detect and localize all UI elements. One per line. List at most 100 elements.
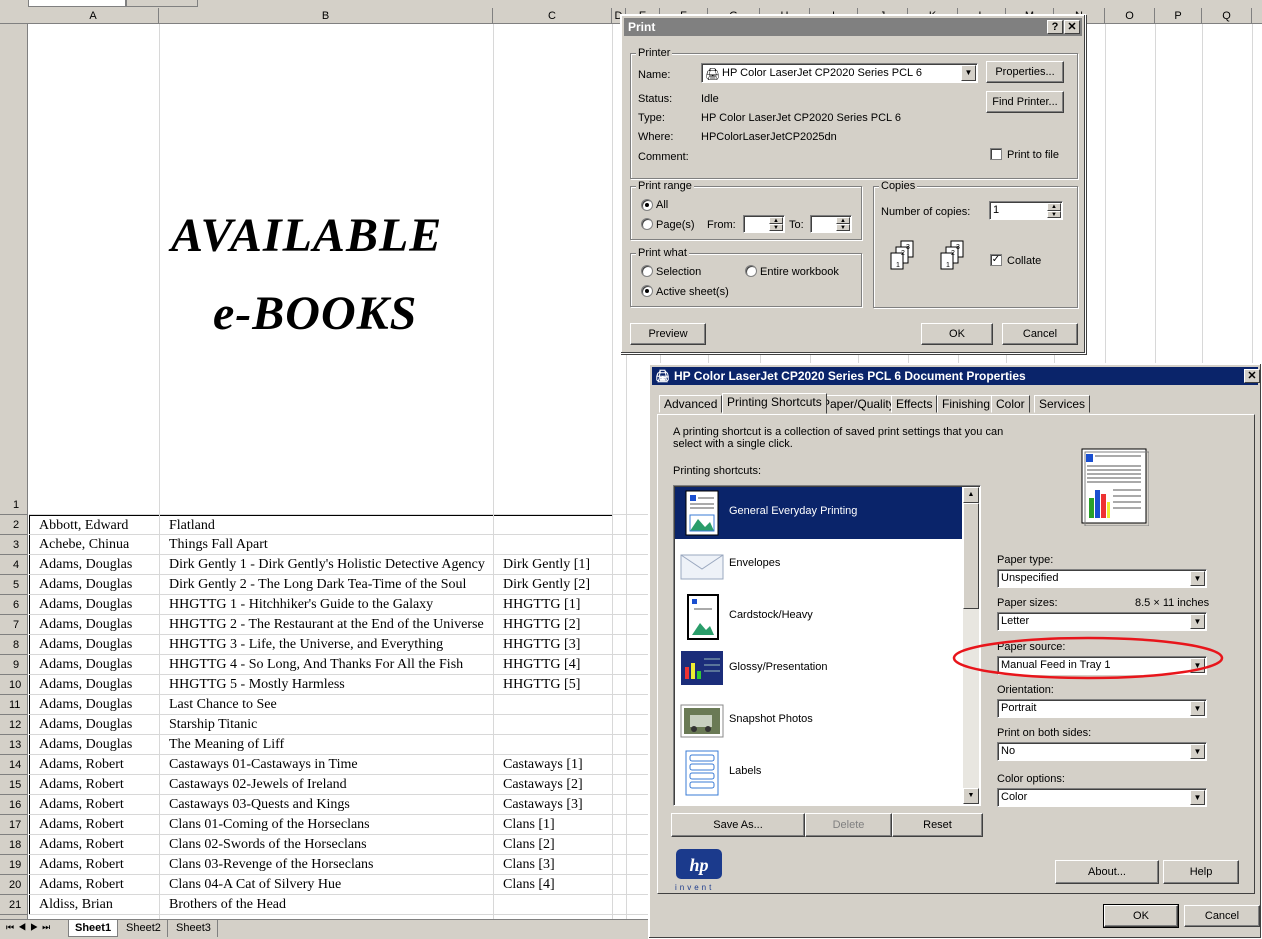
chevron-down-icon[interactable]: ▼ — [1190, 790, 1205, 805]
cell-a[interactable]: Adams, Robert — [29, 795, 160, 815]
tab-paper-quality[interactable]: Paper/Quality — [817, 395, 900, 413]
to-input[interactable]: ▲ ▼ — [810, 215, 852, 233]
close-icon[interactable]: ✕ — [1244, 369, 1260, 383]
cell-a[interactable]: Adams, Douglas — [29, 735, 160, 755]
row-header[interactable]: 12 — [0, 715, 28, 735]
cell-c[interactable]: Castaways [1] — [494, 755, 613, 775]
cell-a[interactable]: Adams, Robert — [29, 815, 160, 835]
cell-b[interactable]: Things Fall Apart — [160, 535, 494, 555]
cell-a[interactable]: Adams, Douglas — [29, 575, 160, 595]
scroll-down-icon[interactable]: ▼ — [963, 788, 979, 804]
paper-sizes-select[interactable]: Letter ▼ — [997, 612, 1207, 631]
active-sheets-radio[interactable] — [641, 285, 653, 297]
column-header[interactable]: P — [1155, 8, 1202, 24]
shortcut-snapshot[interactable]: Snapshot Photos — [675, 695, 962, 747]
help-button[interactable]: Help — [1163, 860, 1239, 884]
properties-button[interactable]: Properties... — [986, 61, 1064, 83]
row-header[interactable]: 14 — [0, 755, 28, 775]
name-box[interactable] — [28, 0, 126, 7]
spin-down-icon[interactable]: ▼ — [1047, 211, 1061, 218]
cell-c[interactable]: Dirk Gently [1] — [494, 555, 613, 575]
cell-b[interactable]: Clans 02-Swords of the Horseclans — [160, 835, 494, 855]
cell-b[interactable]: Dirk Gently 2 - The Long Dark Tea-Time o… — [160, 575, 494, 595]
sheet-tab-2[interactable]: Sheet2 — [120, 920, 168, 937]
both-sides-select[interactable]: No ▼ — [997, 742, 1207, 761]
cell-c[interactable] — [494, 715, 613, 735]
cell-c[interactable]: Castaways [2] — [494, 775, 613, 795]
cell-c[interactable] — [494, 895, 613, 915]
cell-c[interactable]: Clans [4] — [494, 875, 613, 895]
cell-c[interactable]: HHGTTG [1] — [494, 595, 613, 615]
cell-b[interactable]: Starship Titanic — [160, 715, 494, 735]
ok-button[interactable]: OK — [1103, 904, 1179, 928]
cell-a[interactable]: Adams, Robert — [29, 755, 160, 775]
close-icon[interactable]: ✕ — [1064, 20, 1080, 34]
shortcut-envelopes[interactable]: Envelopes — [675, 539, 962, 591]
scroll-thumb[interactable] — [963, 503, 979, 609]
cell-a[interactable]: Achebe, Chinua — [29, 535, 160, 555]
spin-up-icon[interactable]: ▲ — [836, 217, 850, 224]
preview-button[interactable]: Preview — [630, 323, 706, 345]
cell-c[interactable]: HHGTTG [5] — [494, 675, 613, 695]
print-to-file-checkbox[interactable] — [990, 148, 1002, 160]
row-header[interactable]: 20 — [0, 875, 28, 895]
delete-button[interactable]: Delete — [805, 813, 892, 837]
color-options-select[interactable]: Color ▼ — [997, 788, 1207, 807]
chevron-down-icon[interactable]: ▼ — [1190, 744, 1205, 759]
cell-b[interactable]: HHGTTG 3 - Life, the Universe, and Every… — [160, 635, 494, 655]
all-radio[interactable] — [641, 199, 653, 211]
tab-services[interactable]: Services — [1034, 395, 1091, 413]
row-header[interactable]: 13 — [0, 735, 28, 755]
selection-radio[interactable] — [641, 265, 653, 277]
sheet-tab-1[interactable]: Sheet1 — [68, 920, 119, 937]
cell-a[interactable]: Adams, Douglas — [29, 675, 160, 695]
printer-name-select[interactable]: 🖨 HP Color LaserJet CP2020 Series PCL 6 … — [701, 63, 978, 83]
ok-button[interactable]: OK — [921, 323, 993, 345]
row-header[interactable]: 5 — [0, 575, 28, 595]
cell-a[interactable]: Adams, Douglas — [29, 555, 160, 575]
shortcuts-list[interactable]: ▲ ▼ General Everyday Printing Envelopes … — [673, 485, 981, 806]
cell-b[interactable]: HHGTTG 2 - The Restaurant at the End of … — [160, 615, 494, 635]
cell-c[interactable]: HHGTTG [3] — [494, 635, 613, 655]
cell-c[interactable]: Dirk Gently [2] — [494, 575, 613, 595]
column-header[interactable]: Q — [1202, 8, 1252, 24]
cell-b[interactable]: Castaways 02-Jewels of Ireland — [160, 775, 494, 795]
cell-c[interactable] — [494, 695, 613, 715]
cell-c[interactable] — [494, 515, 613, 535]
reset-button[interactable]: Reset — [892, 813, 983, 837]
row-header[interactable]: 16 — [0, 795, 28, 815]
cell-b[interactable]: Clans 03-Revenge of the Horseclans — [160, 855, 494, 875]
spin-up-icon[interactable]: ▲ — [1047, 203, 1061, 211]
row-header[interactable]: 18 — [0, 835, 28, 855]
cell-b[interactable]: HHGTTG 1 - Hitchhiker's Guide to the Gal… — [160, 595, 494, 615]
find-printer-button[interactable]: Find Printer... — [986, 91, 1064, 113]
tab-finishing[interactable]: Finishing — [937, 395, 996, 413]
row-header[interactable]: 11 — [0, 695, 28, 715]
cell-a[interactable]: Adams, Douglas — [29, 595, 160, 615]
row-header[interactable]: 4 — [0, 555, 28, 575]
cell-b[interactable]: Brothers of the Head — [160, 895, 494, 915]
row-header[interactable]: 17 — [0, 815, 28, 835]
chevron-down-icon[interactable]: ▼ — [961, 65, 976, 81]
orientation-select[interactable]: Portrait ▼ — [997, 699, 1207, 718]
cell-a[interactable]: Aldiss, Brian — [29, 895, 160, 915]
spin-up-icon[interactable]: ▲ — [769, 217, 783, 224]
shortcut-cardstock[interactable]: Cardstock/Heavy — [675, 591, 962, 643]
from-input[interactable]: ▲ ▼ — [743, 215, 785, 233]
cell-a[interactable]: Adams, Douglas — [29, 635, 160, 655]
entire-workbook-radio[interactable] — [745, 265, 757, 277]
cell-c[interactable]: Clans [3] — [494, 855, 613, 875]
row-header[interactable]: 2 — [0, 515, 28, 535]
cell-b[interactable]: HHGTTG 4 - So Long, And Thanks For All t… — [160, 655, 494, 675]
cell-b[interactable]: Flatland — [160, 515, 494, 535]
tab-color[interactable]: Color — [991, 395, 1030, 413]
cell-b[interactable]: Clans 01-Coming of the Horseclans — [160, 815, 494, 835]
tab-advanced[interactable]: Advanced — [659, 395, 723, 413]
tab-effects[interactable]: Effects — [891, 395, 938, 413]
shortcut-labels[interactable]: Labels — [675, 747, 962, 799]
row-header[interactable]: 1 — [0, 24, 28, 515]
cell-c[interactable]: Clans [1] — [494, 815, 613, 835]
row-header[interactable]: 19 — [0, 855, 28, 875]
cell-c[interactable] — [494, 535, 613, 555]
spin-down-icon[interactable]: ▼ — [836, 224, 850, 231]
